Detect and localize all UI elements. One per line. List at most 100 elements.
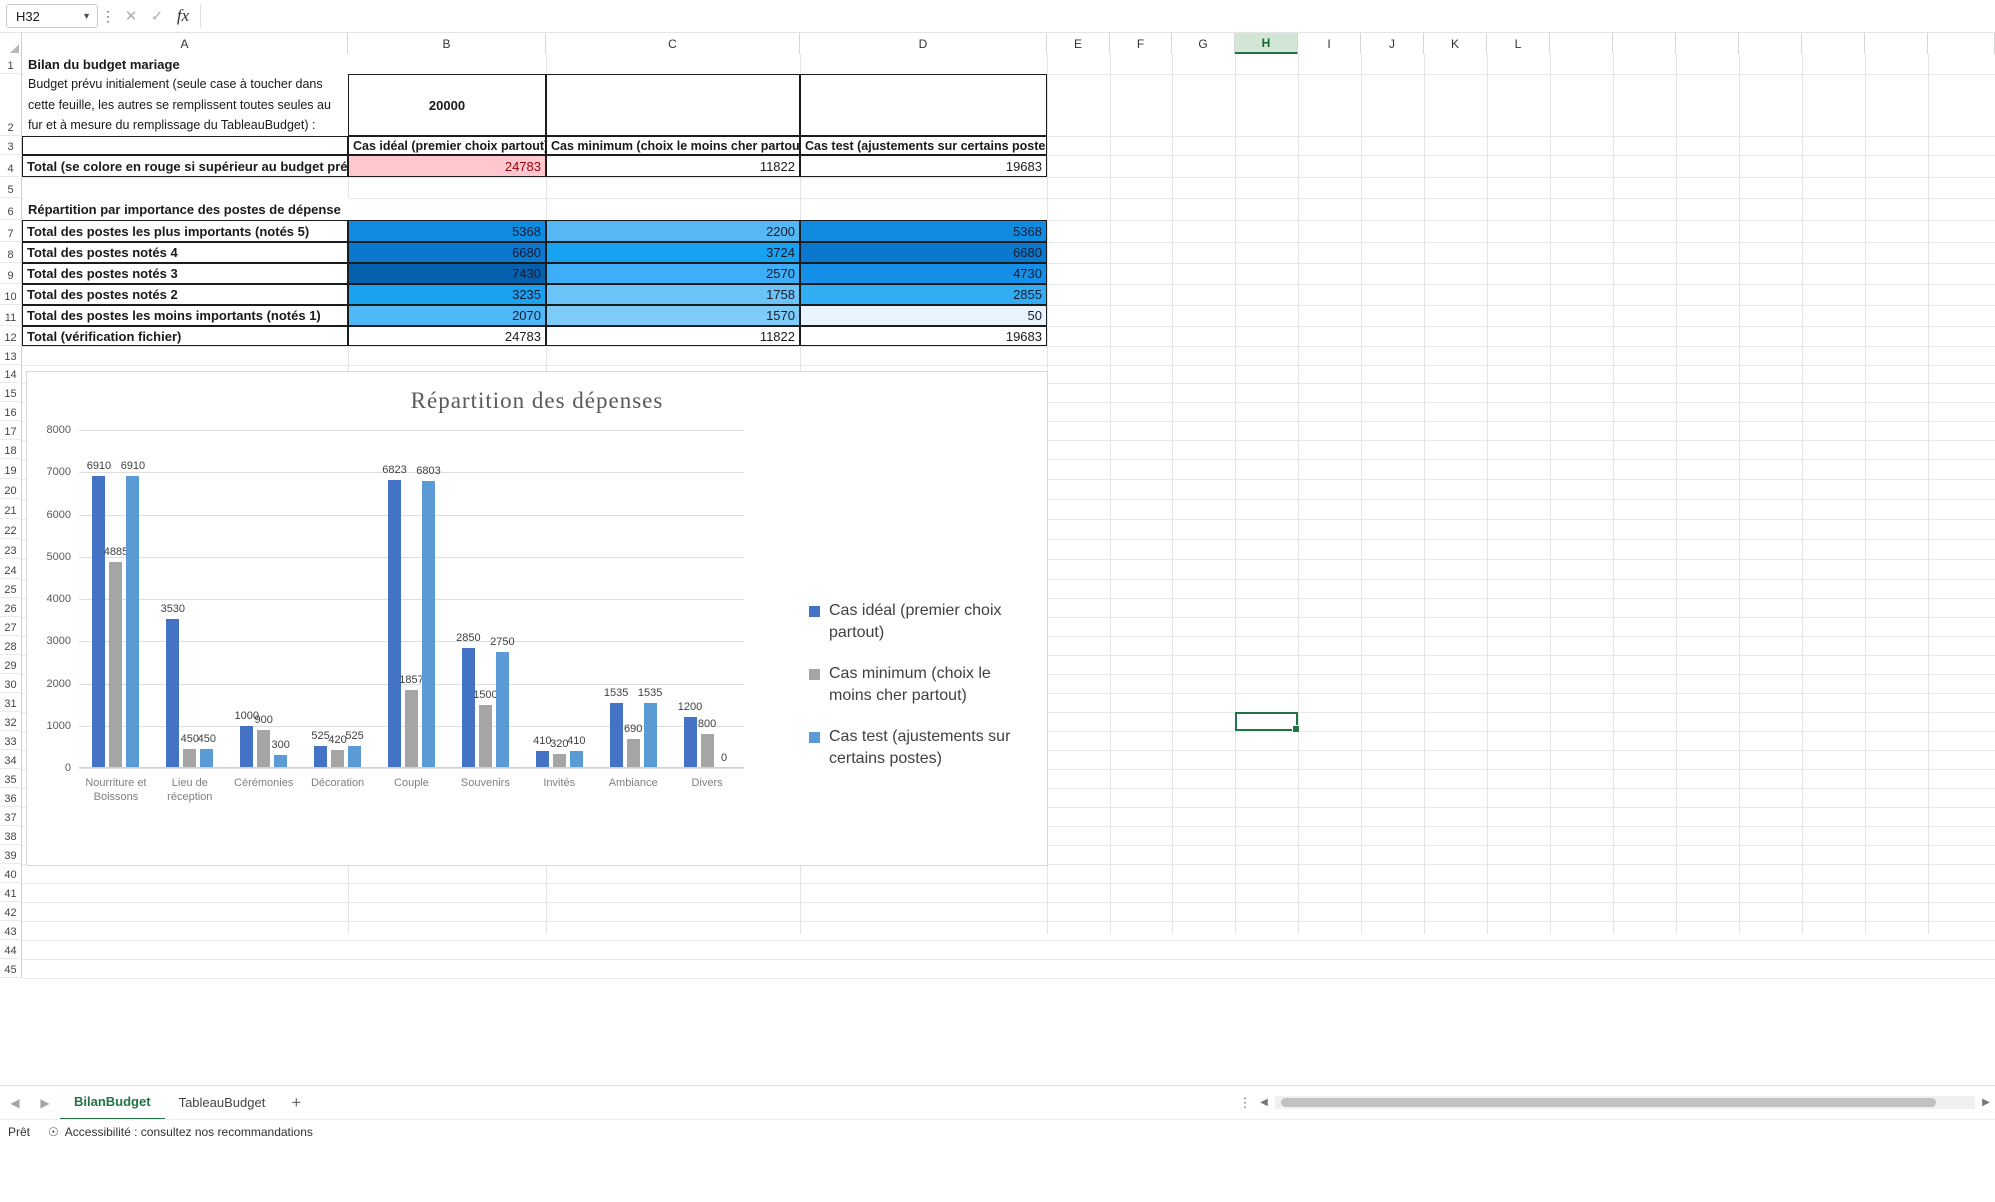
insert-function-icon[interactable]: fx [170,4,196,28]
chart-bar[interactable] [314,745,328,768]
row-header-9[interactable]: 9 [0,263,22,284]
select-all-corner[interactable] [0,33,22,54]
column-header-A[interactable]: A [22,33,348,54]
chart-bar[interactable] [461,647,475,768]
cell-d3-case-header[interactable]: Cas test (ajustements sur certains poste… [800,136,1047,155]
row-header-14[interactable]: 14 [0,365,22,383]
chart-bar-group[interactable]: 2850 1500 2750 Souvenirs [448,430,522,789]
chart-bar[interactable] [257,729,271,768]
chart-bar[interactable] [92,476,106,768]
column-header-L[interactable]: L [1487,33,1550,54]
row-header-11[interactable]: 11 [0,305,22,326]
column-header-F[interactable]: F [1110,33,1172,54]
row-header-43[interactable]: 43 [0,921,22,940]
column-header-H[interactable]: H [1235,33,1298,54]
scroll-options-icon[interactable]: ⋮ [1235,1096,1255,1109]
cell-a8-breakdown-label[interactable]: Total des postes notés 4 [22,242,348,263]
chart-bar[interactable] [240,725,254,768]
column-header-D[interactable]: D [800,33,1047,54]
chevron-right-icon[interactable]: ▶ [30,1090,60,1116]
cell-c3-case-header[interactable]: Cas minimum (choix le moins cher partout… [546,136,800,155]
cell-b4-total-over-budget[interactable]: 24783 [348,155,546,177]
cell-c7-breakdown-value[interactable]: 2200 [546,220,800,242]
row-header-3[interactable]: 3 [0,136,22,155]
chart-bar-group[interactable]: 410 320 410 Invités [522,430,596,789]
row-header-25[interactable]: 25 [0,579,22,598]
row-header-32[interactable]: 32 [0,712,22,731]
row-header-33[interactable]: 33 [0,731,22,750]
chart-bar[interactable] [700,734,714,768]
column-header-K[interactable]: K [1424,33,1487,54]
cell-d11-breakdown-value[interactable]: 50 [800,305,1047,326]
chart-bar[interactable] [495,651,509,768]
chart-bar[interactable] [626,738,640,768]
cell-a11-breakdown-label[interactable]: Total des postes les moins importants (n… [22,305,348,326]
chart-bar[interactable] [331,750,345,768]
row-header-6[interactable]: 6 [0,198,22,220]
row-header-5[interactable]: 5 [0,177,22,198]
column-header-extra[interactable] [1865,33,1928,54]
chart-bar[interactable] [200,749,214,768]
name-box[interactable]: H32 ▼ [6,4,98,28]
cell-a2-budget-label[interactable]: Budget prévu initialement (seule case à … [24,74,346,136]
row-header-41[interactable]: 41 [0,883,22,902]
cell-b2-budget-value[interactable]: 20000 [348,74,546,136]
cell-b8-breakdown-value[interactable]: 6680 [348,242,546,263]
row-header-31[interactable]: 31 [0,693,22,712]
column-header-E[interactable]: E [1047,33,1110,54]
column-header-B[interactable]: B [348,33,546,54]
cell-a9-breakdown-label[interactable]: Total des postes notés 3 [22,263,348,284]
cancel-icon[interactable]: ✕ [118,4,144,28]
cell-c2[interactable] [546,74,800,136]
chart-bar-group[interactable]: 3530 450 450 Lieu de réception [153,430,227,803]
chart-bar-group[interactable]: 6910 4885 6910 Nourriture et Boissons [79,430,153,803]
row-header-40[interactable]: 40 [0,864,22,883]
column-header-C[interactable]: C [546,33,800,54]
chart-bar[interactable] [643,703,657,768]
cell-c4-total[interactable]: 11822 [546,155,800,177]
row-header-2[interactable]: 2 [0,74,22,136]
scrollbar-thumb[interactable] [1281,1098,1936,1107]
row-header-19[interactable]: 19 [0,459,22,479]
column-header-extra[interactable] [1928,33,1995,54]
column-header-extra[interactable] [1613,33,1676,54]
chart-legend-item[interactable]: Cas idéal (premier choix partout) [809,600,1034,643]
cell-b7-breakdown-value[interactable]: 5368 [348,220,546,242]
cell-d4-total[interactable]: 19683 [800,155,1047,177]
cell-b9-breakdown-value[interactable]: 7430 [348,263,546,284]
cell-a12-verif-label[interactable]: Total (vérification fichier) [22,326,348,346]
chart-bar[interactable] [609,703,623,768]
cell-c12-verif-value[interactable]: 11822 [546,326,800,346]
row-header-44[interactable]: 44 [0,940,22,959]
row-header-16[interactable]: 16 [0,402,22,421]
cell-c11-breakdown-value[interactable]: 1570 [546,305,800,326]
row-header-36[interactable]: 36 [0,788,22,807]
spreadsheet-grid[interactable]: ABCDEFGHIJKL 1 2 3 4 5 6 7 8 9 10 11 12 13 14 15 16 17 18… [0,33,1995,1143]
check-icon[interactable]: ✓ [144,4,170,28]
row-header-23[interactable]: 23 [0,539,22,559]
row-header-4[interactable]: 4 [0,155,22,177]
row-header-7[interactable]: 7 [0,220,22,242]
cell-a7-breakdown-label[interactable]: Total des postes les plus importants (no… [22,220,348,242]
column-header-I[interactable]: I [1298,33,1361,54]
row-header-30[interactable]: 30 [0,674,22,693]
cell-c9-breakdown-value[interactable]: 2570 [546,263,800,284]
chart-bar[interactable] [478,704,492,768]
row-header-8[interactable]: 8 [0,242,22,263]
chart-bar-group[interactable]: 1000 900 300 Cérémonies [227,430,301,789]
chart-bar[interactable] [166,618,180,768]
chart-bar[interactable] [348,745,362,768]
chevron-down-icon[interactable]: ▼ [82,11,91,21]
row-header-20[interactable]: 20 [0,479,22,499]
row-header-24[interactable]: 24 [0,559,22,579]
chart-bar[interactable] [535,750,549,768]
row-header-1[interactable]: 1 [0,54,22,74]
sheet-tab-tableaubudget[interactable]: TableauBudget [165,1086,280,1120]
row-header-37[interactable]: 37 [0,807,22,826]
cell-d8-breakdown-value[interactable]: 6680 [800,242,1047,263]
cell-d9-breakdown-value[interactable]: 4730 [800,263,1047,284]
cell-a1-title[interactable]: Bilan du budget mariage [24,54,350,74]
cell-c10-breakdown-value[interactable]: 1758 [546,284,800,305]
cell-d2[interactable] [800,74,1047,136]
chart-bar-group[interactable]: 1200 800 0 Divers [670,430,744,789]
